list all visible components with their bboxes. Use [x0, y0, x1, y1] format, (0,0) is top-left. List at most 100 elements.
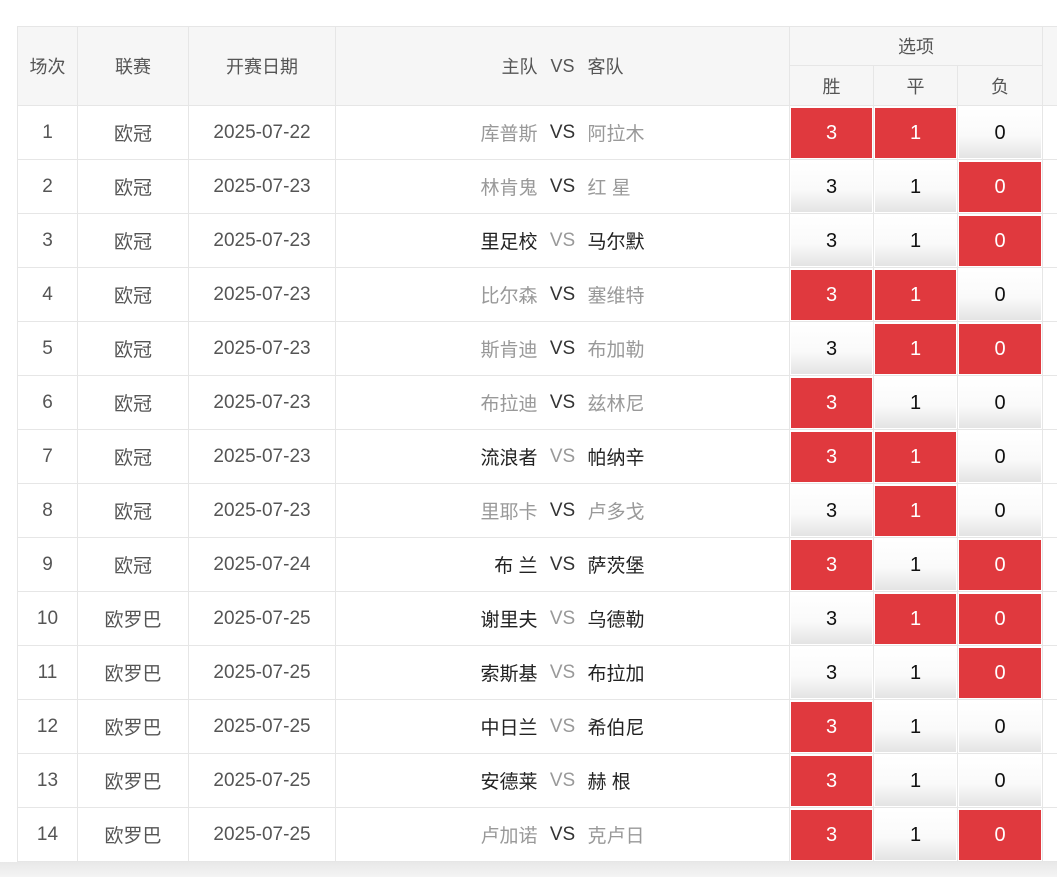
win-option-button[interactable]: 3	[791, 215, 872, 266]
win-option-button[interactable]: 3	[791, 161, 872, 212]
session-number: 14	[36, 823, 59, 845]
cell-win: 3	[789, 213, 874, 268]
cell-date: 2025-07-25	[188, 807, 336, 862]
cell-session: 1	[17, 105, 78, 160]
draw-option-button[interactable]: 1	[875, 269, 956, 320]
league-name: 欧冠	[113, 178, 152, 199]
win-option-button[interactable]: 3	[791, 107, 872, 158]
match-date: 2025-07-24	[213, 553, 311, 575]
cell-win: 3	[789, 537, 874, 592]
match-teams: 斯肯迪 VS 布加勒	[336, 335, 789, 362]
lose-option-button[interactable]: 0	[959, 161, 1042, 212]
draw-option-button[interactable]: 1	[875, 323, 956, 374]
cell-teams: 里耶卡 VS 卢多戈	[335, 483, 790, 538]
draw-option-button[interactable]: 1	[875, 107, 956, 158]
win-option-button[interactable]: 3	[791, 593, 872, 644]
lose-option-button[interactable]: 0	[959, 701, 1042, 752]
lose-option-button[interactable]: 0	[959, 539, 1042, 590]
cell-lose: 0	[956, 537, 1044, 592]
draw-option-button[interactable]: 1	[875, 215, 956, 266]
home-team: 比尔森	[480, 286, 538, 307]
win-option-button[interactable]: 3	[791, 269, 872, 320]
league-name: 欧冠	[113, 286, 152, 307]
match-teams: 安德莱 VS 赫 根	[336, 767, 789, 794]
lose-option-button[interactable]: 0	[959, 755, 1042, 806]
lose-option-button[interactable]: 0	[959, 485, 1042, 536]
cell-session: 2	[17, 159, 78, 214]
cell-win: 3	[789, 375, 874, 430]
match-date: 2025-07-23	[213, 175, 311, 197]
league-name: 欧罗巴	[104, 772, 162, 793]
cell-win: 3	[789, 105, 874, 160]
cell-draw: 1	[873, 483, 958, 538]
session-number: 8	[42, 499, 53, 521]
lose-option-button[interactable]: 0	[959, 809, 1042, 860]
cell-date: 2025-07-25	[188, 591, 336, 646]
cell-extra	[1042, 753, 1057, 808]
draw-option-button[interactable]: 1	[875, 647, 956, 698]
draw-option-button[interactable]: 1	[875, 593, 956, 644]
draw-option-button[interactable]: 1	[875, 161, 956, 212]
lose-option-button[interactable]: 0	[959, 593, 1042, 644]
header-teams-inner: 主队 VS 客队	[336, 53, 789, 79]
cell-extra	[1042, 267, 1057, 322]
draw-option-button[interactable]: 1	[875, 809, 956, 860]
league-name: 欧冠	[113, 394, 152, 415]
win-option-button[interactable]: 3	[791, 809, 872, 860]
draw-option-button[interactable]: 1	[875, 755, 956, 806]
away-team: 马尔默	[587, 232, 645, 253]
lose-option-button[interactable]: 0	[959, 269, 1042, 320]
session-number: 6	[42, 391, 53, 413]
table-row: 4 欧冠 2025-07-23 比尔森 VS 塞维特 3 1 0	[17, 267, 1057, 322]
cell-draw: 1	[873, 375, 958, 430]
cell-session: 5	[17, 321, 78, 376]
draw-option-button[interactable]: 1	[875, 431, 956, 482]
vs-label: VS	[549, 607, 576, 629]
home-team: 中日兰	[480, 718, 538, 739]
lose-option-button[interactable]: 0	[959, 215, 1042, 266]
cell-date: 2025-07-23	[188, 429, 336, 484]
cell-draw: 1	[873, 807, 958, 862]
cell-extra	[1042, 105, 1057, 160]
cell-win: 3	[789, 483, 874, 538]
win-option-button[interactable]: 3	[791, 647, 872, 698]
cell-teams: 林肯鬼 VS 红 星	[335, 159, 790, 214]
lose-option-button[interactable]: 0	[959, 323, 1042, 374]
cell-teams: 布 兰 VS 萨茨堡	[335, 537, 790, 592]
win-option-button[interactable]: 3	[791, 377, 872, 428]
win-option-button[interactable]: 3	[791, 701, 872, 752]
match-teams: 布 兰 VS 萨茨堡	[336, 551, 789, 578]
lose-option-button[interactable]: 0	[959, 377, 1042, 428]
cell-date: 2025-07-24	[188, 537, 336, 592]
draw-option-button[interactable]: 1	[875, 485, 956, 536]
win-option-button[interactable]: 3	[791, 485, 872, 536]
cell-draw: 1	[873, 753, 958, 808]
draw-option-button[interactable]: 1	[875, 701, 956, 752]
win-option-button[interactable]: 3	[791, 539, 872, 590]
lose-option-button[interactable]: 0	[959, 107, 1042, 158]
cell-date: 2025-07-23	[188, 375, 336, 430]
cell-league: 欧冠	[77, 159, 189, 214]
match-teams: 卢加诺 VS 克卢日	[336, 821, 789, 848]
home-team: 斯肯迪	[480, 340, 538, 361]
win-option-button[interactable]: 3	[791, 755, 872, 806]
cell-win: 3	[789, 591, 874, 646]
draw-option-button[interactable]: 1	[875, 539, 956, 590]
lose-option-button[interactable]: 0	[959, 431, 1042, 482]
cell-extra	[1042, 159, 1057, 214]
lose-option-button[interactable]: 0	[959, 647, 1042, 698]
win-option-button[interactable]: 3	[791, 323, 872, 374]
cell-session: 7	[17, 429, 78, 484]
table-row: 5 欧冠 2025-07-23 斯肯迪 VS 布加勒 3 1 0	[17, 321, 1057, 376]
table-header: 场次 联赛 开赛日期 主队 VS 客队 选项 胜 平 负	[17, 26, 1057, 106]
cell-extra	[1042, 429, 1057, 484]
cell-win: 3	[789, 753, 874, 808]
cell-date: 2025-07-25	[188, 699, 336, 754]
header-teams: 主队 VS 客队	[335, 26, 790, 106]
win-option-button[interactable]: 3	[791, 431, 872, 482]
draw-option-button[interactable]: 1	[875, 377, 956, 428]
cell-extra	[1042, 645, 1057, 700]
cell-lose: 0	[956, 105, 1044, 160]
vs-label: VS	[549, 337, 576, 359]
cell-teams: 库普斯 VS 阿拉木	[335, 105, 790, 160]
